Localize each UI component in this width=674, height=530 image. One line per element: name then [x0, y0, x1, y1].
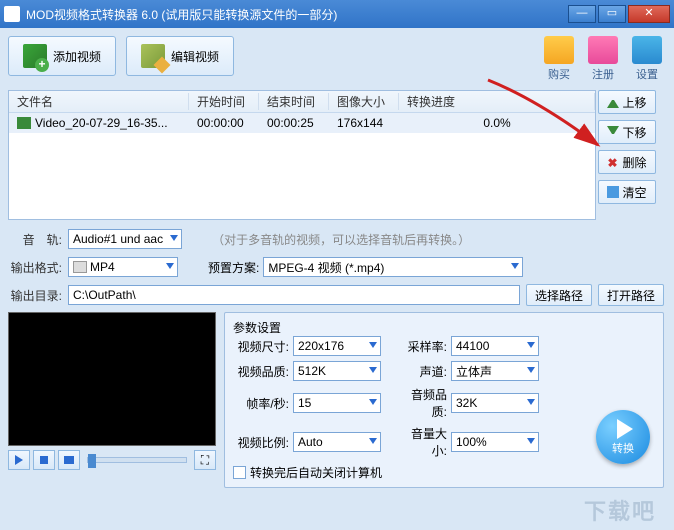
maximize-button[interactable]: ▭	[598, 5, 626, 23]
audio-track-label: 音 轨:	[8, 231, 68, 248]
col-progress[interactable]: 转换进度	[399, 93, 595, 110]
play-icon	[15, 455, 23, 465]
arrow-up-icon	[607, 96, 619, 108]
output-format-label: 输出格式:	[8, 259, 68, 276]
audio-hint: （对于多音轨的视频，可以选择音轨后再转换。）	[212, 231, 470, 248]
output-dir-input[interactable]: C:\OutPath\	[68, 285, 520, 305]
preview-pane	[8, 312, 216, 446]
col-filename[interactable]: 文件名	[9, 93, 189, 110]
table-header: 文件名 开始时间 结束时间 图像大小 转换进度	[9, 91, 595, 113]
stop-icon	[40, 456, 48, 464]
preset-select[interactable]: MPEG-4 视频 (*.mp4)	[263, 257, 523, 277]
video-quality-select[interactable]: 512K	[293, 361, 381, 381]
add-video-label: 添加视频	[53, 48, 101, 65]
play-large-icon	[617, 419, 633, 439]
edit-icon	[141, 44, 165, 68]
settings-button[interactable]: 设置	[628, 36, 666, 82]
delete-button[interactable]: ✖删除	[598, 150, 656, 174]
clear-icon	[607, 186, 619, 198]
output-format-select[interactable]: MP4	[68, 257, 178, 277]
film-icon	[17, 117, 31, 129]
output-dir-label: 输出目录:	[8, 287, 68, 304]
video-size-select[interactable]: 220x176	[293, 336, 381, 356]
move-down-button[interactable]: 下移	[598, 120, 656, 144]
fps-select[interactable]: 15	[293, 393, 381, 413]
window-title: MOD视频格式转换器 6.0 (试用版只能转换源文件的一部分)	[26, 6, 568, 23]
col-size[interactable]: 图像大小	[329, 93, 399, 110]
volume-select[interactable]: 100%	[451, 432, 539, 452]
arrow-down-icon	[607, 126, 619, 138]
edit-video-label: 编辑视频	[171, 48, 219, 65]
register-button[interactable]: 注册	[584, 36, 622, 82]
watermark: 下载吧	[584, 494, 656, 526]
stop-button[interactable]	[33, 450, 55, 470]
audio-quality-select[interactable]: 32K	[451, 393, 539, 413]
edit-video-button[interactable]: 编辑视频	[126, 36, 234, 76]
params-legend: 参数设置	[233, 319, 655, 336]
choose-path-button[interactable]: 选择路径	[526, 284, 592, 306]
params-panel: 参数设置 视频尺寸: 220x176 采样率: 44100 视频品质: 512K…	[224, 312, 664, 488]
play-button[interactable]	[8, 450, 30, 470]
table-row[interactable]: Video_20-07-29_16-35... 00:00:00 00:00:2…	[9, 113, 595, 133]
cart-icon	[544, 36, 574, 64]
buy-button[interactable]: 购买	[540, 36, 578, 82]
clear-button[interactable]: 清空	[598, 180, 656, 204]
titlebar: MOD视频格式转换器 6.0 (试用版只能转换源文件的一部分) — ▭ ✕	[0, 0, 674, 28]
x-icon: ✖	[607, 156, 619, 168]
col-start[interactable]: 开始时间	[189, 93, 259, 110]
aspect-select[interactable]: Auto	[293, 432, 381, 452]
audio-track-select[interactable]: Audio#1 und aac	[68, 229, 182, 249]
open-path-button[interactable]: 打开路径	[598, 284, 664, 306]
channel-select[interactable]: 立体声	[451, 361, 539, 381]
fullscreen-button[interactable]: ⛶	[194, 450, 216, 470]
convert-button[interactable]: 转换	[596, 410, 650, 464]
sound-button[interactable]	[58, 450, 80, 470]
shutdown-checkbox[interactable]	[233, 466, 246, 479]
expand-icon: ⛶	[201, 453, 209, 468]
close-button[interactable]: ✕	[628, 5, 670, 23]
move-up-button[interactable]: 上移	[598, 90, 656, 114]
app-icon	[4, 6, 20, 22]
format-icon	[73, 261, 87, 273]
file-table: 文件名 开始时间 结束时间 图像大小 转换进度 Video_20-07-29_1…	[8, 90, 596, 220]
slider-thumb[interactable]	[88, 454, 96, 468]
add-icon	[23, 44, 47, 68]
seek-slider[interactable]	[87, 457, 187, 463]
sound-icon	[64, 456, 74, 464]
col-end[interactable]: 结束时间	[259, 93, 329, 110]
lock-icon	[588, 36, 618, 64]
shutdown-label: 转换完后自动关闭计算机	[250, 464, 382, 481]
gear-icon	[632, 36, 662, 64]
preset-label: 预置方案:	[208, 259, 259, 276]
add-video-button[interactable]: 添加视频	[8, 36, 116, 76]
sample-rate-select[interactable]: 44100	[451, 336, 539, 356]
minimize-button[interactable]: —	[568, 5, 596, 23]
